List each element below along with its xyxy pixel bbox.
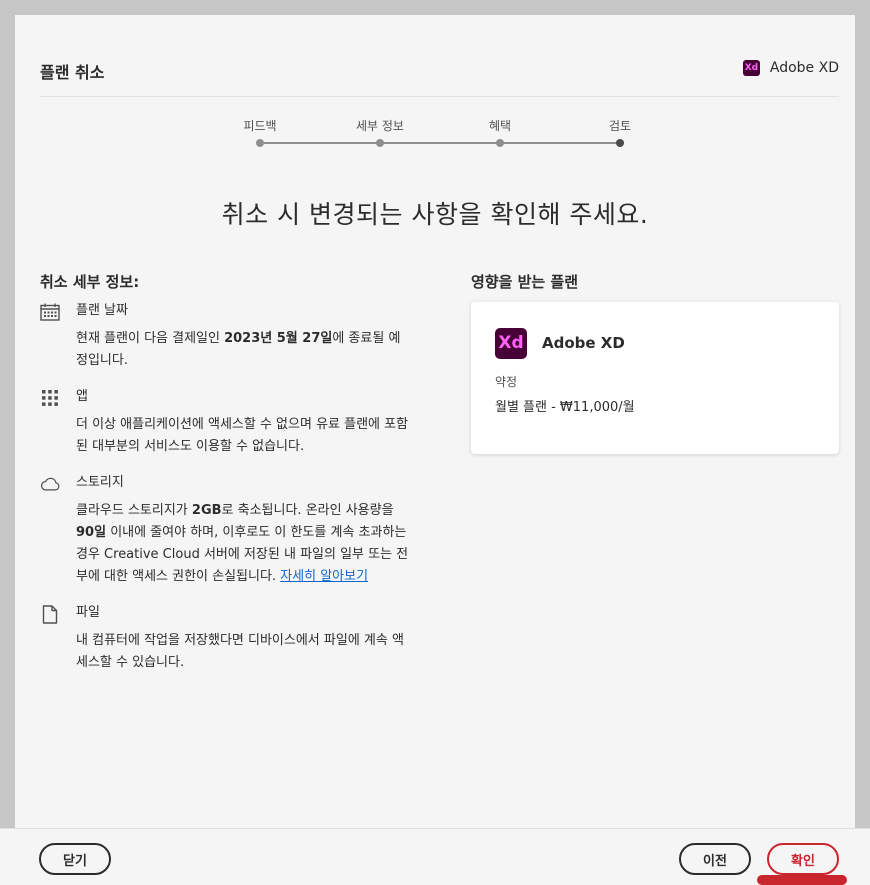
detail-heading: 앱 (76, 389, 88, 404)
step-dot (496, 139, 504, 147)
step-review: 검토 (580, 117, 660, 135)
dialog-header: 플랜 취소 Xd Adobe XD (40, 55, 839, 97)
calendar-icon (40, 302, 60, 322)
affected-plan-section: 영향을 받는 플랜 Xd Adobe XD 약정 월별 플랜 - ₩11,000… (471, 271, 839, 454)
step-label: 검토 (608, 119, 632, 133)
close-button[interactable]: 닫기 (39, 843, 111, 875)
detail-heading: 플랜 날짜 (76, 303, 128, 318)
storage-limit: 2GB (191, 503, 222, 518)
detail-heading: 스토리지 (76, 475, 124, 490)
text-part: 현재 플랜이 다음 결제일인 (76, 331, 225, 346)
dialog-title: 플랜 취소 (40, 63, 105, 82)
grace-period: 90일 (76, 525, 107, 540)
detail-text: 클라우드 스토리지가 2GB로 축소됩니다. 온라인 사용량을 90일 이내에 … (76, 500, 410, 588)
brand-name: Adobe XD (769, 60, 839, 76)
end-date: 2023년 5월 27일 (224, 331, 333, 346)
detail-text: 내 컴퓨터에 작업을 저장했다면 디바이스에서 파일에 계속 액세스할 수 있습… (76, 633, 404, 670)
confirm-highlight-mark (757, 875, 847, 885)
step-connector (384, 142, 504, 144)
detail-storage: 스토리지 클라우드 스토리지가 2GB로 축소됩니다. 온라인 사용량을 90일… (40, 474, 410, 588)
step-label: 혜택 (488, 119, 512, 133)
step-dot (376, 139, 384, 147)
detail-plan-date: 플랜 날짜 현재 플랜이 다음 결제일인 2023년 5월 27일에 종료될 예… (40, 302, 410, 372)
step-connector (504, 142, 624, 144)
adobe-xd-logo-icon: Xd (495, 327, 527, 359)
text-part: 클라우드 스토리지가 (76, 503, 192, 518)
contract-label: 약정 (495, 375, 518, 389)
apps-grid-icon (40, 388, 60, 408)
step-dot-current (616, 139, 624, 147)
cancel-details: 취소 세부 정보: 플랜 날짜 현재 플랜이 다음 결제일인 2023년 5월 … (40, 271, 410, 690)
step-dot (256, 139, 264, 147)
detail-text: 더 이상 애플리케이션에 액세스할 수 없으며 유료 플랜에 포함된 대부분의 … (76, 417, 409, 454)
detail-heading: 파일 (76, 605, 100, 620)
step-benefits: 혜택 (460, 117, 540, 135)
detail-apps: 앱 더 이상 애플리케이션에 액세스할 수 없으며 유료 플랜에 포함된 대부분… (40, 388, 410, 458)
step-details: 세부 정보 (340, 117, 420, 135)
product-name: Adobe XD (542, 334, 625, 352)
product-row: Xd Adobe XD (495, 327, 815, 359)
step-label: 세부 정보 (356, 119, 404, 133)
learn-more-link[interactable]: 자세히 알아보기 (280, 569, 368, 584)
adobe-xd-logo-icon: Xd (742, 60, 760, 76)
section-title: 영향을 받는 플랜 (471, 273, 579, 291)
file-icon (40, 604, 60, 624)
step-label: 피드백 (243, 119, 277, 133)
confirm-button[interactable]: 확인 (767, 843, 839, 875)
cancel-plan-dialog: 플랜 취소 Xd Adobe XD 피드백 세부 정보 혜택 검토 취소 시 변… (15, 15, 855, 885)
text-part: 로 축소됩니다. 온라인 사용량을 (221, 503, 394, 518)
brand: Xd Adobe XD (742, 60, 839, 76)
page-headline: 취소 시 변경되는 사항을 확인해 주세요. (221, 200, 649, 229)
step-connector (264, 142, 384, 144)
detail-text: 현재 플랜이 다음 결제일인 2023년 5월 27일에 종료될 예정입니다. (76, 328, 410, 372)
detail-files: 파일 내 컴퓨터에 작업을 저장했다면 디바이스에서 파일에 계속 액세스할 수… (40, 604, 410, 674)
cloud-icon (40, 474, 60, 494)
section-title: 취소 세부 정보: (40, 273, 140, 291)
plan-price: 월별 플랜 - ₩11,000/월 (495, 400, 635, 415)
step-feedback: 피드백 (220, 117, 300, 135)
previous-button[interactable]: 이전 (679, 843, 751, 875)
dialog-footer: 닫기 이전 확인 (0, 828, 870, 885)
plan-card: Xd Adobe XD 약정 월별 플랜 - ₩11,000/월 (471, 302, 839, 454)
progress-stepper: 피드백 세부 정보 혜택 검토 (220, 117, 640, 157)
